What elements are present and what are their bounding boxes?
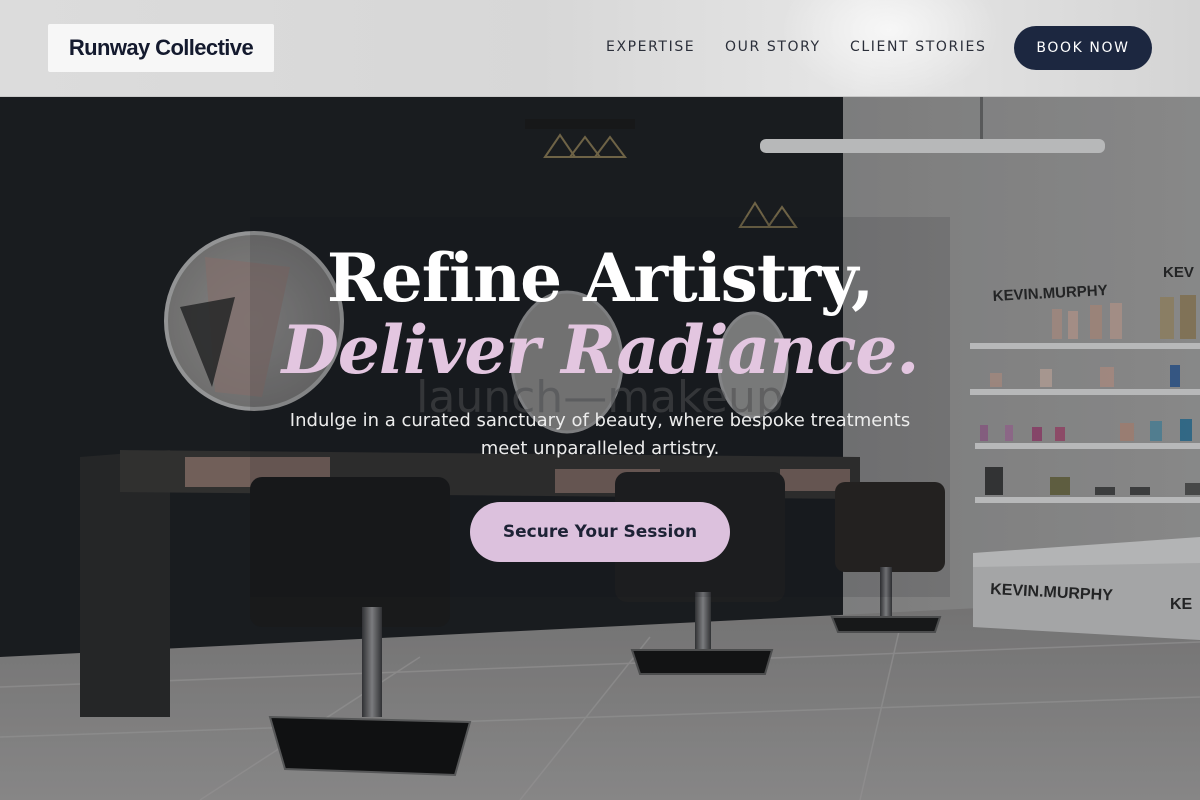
book-now-button[interactable]: BOOK NOW	[1014, 26, 1152, 70]
secure-session-button[interactable]: Secure Your Session	[470, 502, 730, 562]
site-header: Runway Collective EXPERTISE OUR STORY CL…	[0, 0, 1200, 100]
nav-link-our-story[interactable]: OUR STORY	[725, 39, 821, 55]
nav-link-expertise[interactable]: EXPERTISE	[606, 39, 695, 55]
hero-section: launch—makeup KEVIN.MURPHY KEV KEVIN.MUR…	[0, 97, 1200, 800]
logo[interactable]: Runway Collective	[48, 24, 274, 72]
nav-link-client-stories[interactable]: CLIENT STORIES	[850, 39, 986, 55]
salon-background-image: launch—makeup KEVIN.MURPHY KEV KEVIN.MUR…	[0, 97, 1200, 800]
